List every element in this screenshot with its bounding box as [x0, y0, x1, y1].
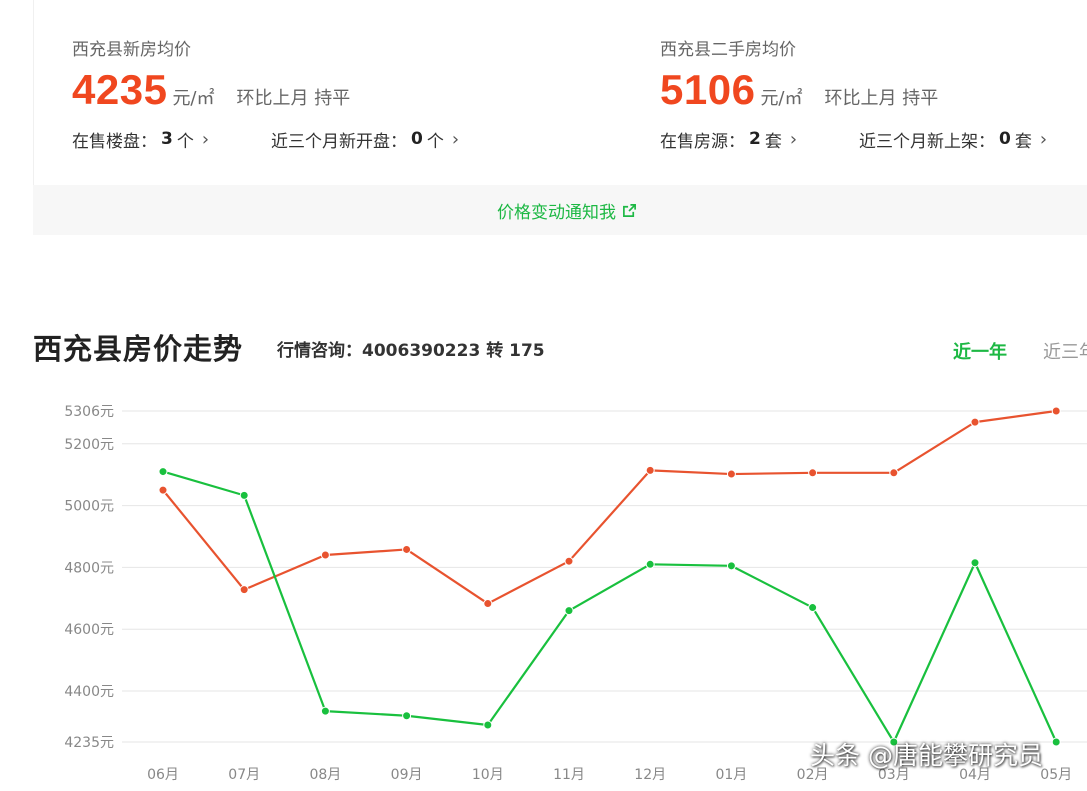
new-house-on-sale-label: 在售楼盘： — [72, 131, 157, 152]
data-point[interactable] — [970, 558, 980, 568]
new-house-recent-count: 0 — [411, 129, 423, 149]
data-point[interactable] — [402, 544, 412, 554]
x-tick-label: 09月 — [391, 767, 423, 783]
data-point[interactable] — [402, 711, 412, 721]
series-line — [162, 409, 1057, 605]
x-tick-label: 07月 — [228, 767, 260, 783]
data-point[interactable] — [726, 561, 736, 571]
y-tick-label: 4800元 — [64, 560, 114, 576]
data-point[interactable] — [726, 469, 736, 479]
price-notify-bar: 价格变动通知我 — [33, 185, 1087, 235]
new-house-price-unit: 元/㎡ — [172, 88, 215, 109]
new-house-price: 4235 — [72, 66, 168, 113]
new-house-price-row: 4235 元/㎡ 环比上月 持平 — [72, 66, 459, 114]
second-hand-on-sale-link[interactable]: 在售房源： 2 套 › — [660, 127, 797, 152]
trend-title: 西充县房价走势 — [33, 332, 244, 366]
chart-gridlines — [122, 410, 1087, 743]
second-hand-stats: 西充县二手房均价 5106 元/㎡ 环比上月 持平 在售房源： 2 套 › 近三… — [660, 38, 1047, 152]
new-house-recent-suffix: 个 — [426, 131, 444, 152]
x-tick-label: 11月 — [553, 767, 585, 783]
data-point[interactable] — [889, 468, 899, 478]
chevron-right-icon: › — [789, 128, 798, 150]
price-trend-chart: 5306元 5200元 5000元 4800元 4600元 4400元 4235元 06月 0… — [64, 404, 1087, 783]
new-house-stats: 西充县新房均价 4235 元/㎡ 环比上月 持平 在售楼盘： 3 个 › 近三个… — [72, 38, 459, 152]
second-hand-recent-link[interactable]: 近三个月新上架： 0 套 › — [859, 127, 1047, 152]
price-notify-link[interactable]: 价格变动通知我 — [497, 198, 637, 223]
data-point[interactable] — [564, 606, 574, 616]
y-tick-label: 5000元 — [64, 499, 114, 515]
second-hand-recent-label: 近三个月新上架： — [859, 131, 996, 152]
second-hand-recent-suffix: 套 — [1014, 131, 1032, 152]
data-point[interactable] — [320, 550, 330, 560]
data-point[interactable] — [158, 467, 168, 477]
second-hand-mom: 环比上月 持平 — [824, 88, 939, 109]
data-point[interactable] — [239, 585, 249, 595]
x-tick-label: 08月 — [309, 767, 341, 783]
price-notify-label: 价格变动通知我 — [497, 202, 616, 223]
series-line — [162, 470, 1058, 744]
trend-header: 西充县房价走势 行情咨询：4006390223 转 175 近一年 近三年 — [33, 322, 1087, 366]
second-hand-on-sale-count: 2 — [749, 129, 761, 149]
x-tick-label: 10月 — [472, 767, 504, 783]
y-tick-label: 4235元 — [64, 735, 114, 751]
external-link-icon — [623, 203, 636, 217]
x-tick-label: 06月 — [147, 767, 179, 783]
data-point[interactable] — [1051, 737, 1061, 747]
data-point[interactable] — [1051, 406, 1061, 416]
second-hand-recent-count: 0 — [999, 129, 1011, 149]
data-point[interactable] — [970, 417, 980, 427]
data-point[interactable] — [320, 706, 330, 716]
x-tick-label: 12月 — [634, 767, 666, 783]
data-point[interactable] — [564, 556, 574, 566]
data-point[interactable] — [645, 559, 655, 569]
chevron-right-icon: › — [1039, 128, 1048, 150]
series-0 — [158, 406, 1061, 609]
watermark-text: 头条 @唐能攀研究员 — [810, 741, 1043, 770]
data-point[interactable] — [158, 485, 168, 495]
chart-series — [158, 406, 1061, 747]
y-tick-label: 4600元 — [64, 622, 114, 638]
hotline-text: 行情咨询：4006390223 转 175 — [277, 341, 545, 361]
second-hand-label: 西充县二手房均价 — [660, 40, 796, 60]
chevron-right-icon: › — [201, 128, 210, 150]
data-point[interactable] — [645, 465, 655, 475]
y-tick-label: 5200元 — [64, 437, 114, 453]
new-house-on-sale-suffix: 个 — [176, 131, 194, 152]
second-hand-on-sale-label: 在售房源： — [660, 131, 745, 152]
new-house-recent-label: 近三个月新开盘： — [271, 131, 408, 152]
data-point[interactable] — [808, 603, 818, 613]
y-tick-label: 4400元 — [64, 684, 114, 700]
x-tick-label: 05月 — [1040, 767, 1072, 783]
second-hand-price-row: 5106 元/㎡ 环比上月 持平 — [660, 66, 1047, 114]
data-point[interactable] — [483, 720, 493, 730]
new-house-recent-link[interactable]: 近三个月新开盘： 0 个 › — [271, 127, 459, 152]
new-house-count-row: 在售楼盘： 3 个 › 近三个月新开盘： 0 个 › — [72, 126, 459, 152]
second-hand-price-unit: 元/㎡ — [760, 88, 803, 109]
data-point[interactable] — [808, 468, 818, 478]
series-1 — [158, 467, 1061, 747]
chevron-right-icon: › — [451, 128, 460, 150]
second-hand-on-sale-suffix: 套 — [764, 131, 782, 152]
second-hand-count-row: 在售房源： 2 套 › 近三个月新上架： 0 套 › — [660, 126, 1047, 152]
second-hand-price: 5106 — [660, 66, 756, 113]
data-point[interactable] — [483, 599, 493, 609]
new-house-on-sale-count: 3 — [161, 129, 173, 149]
data-point[interactable] — [239, 490, 249, 500]
x-tick-label: 01月 — [715, 767, 747, 783]
y-tick-label: 5306元 — [64, 404, 114, 420]
tab-three-years[interactable]: 近三年 — [1043, 338, 1087, 364]
new-house-label: 西充县新房均价 — [72, 40, 191, 60]
y-axis-ticks: 5306元 5200元 5000元 4800元 4600元 4400元 4235元 — [64, 404, 114, 751]
new-house-on-sale-link[interactable]: 在售楼盘： 3 个 › — [72, 127, 209, 152]
new-house-mom: 环比上月 持平 — [236, 88, 351, 109]
tab-one-year[interactable]: 近一年 — [953, 338, 1007, 364]
